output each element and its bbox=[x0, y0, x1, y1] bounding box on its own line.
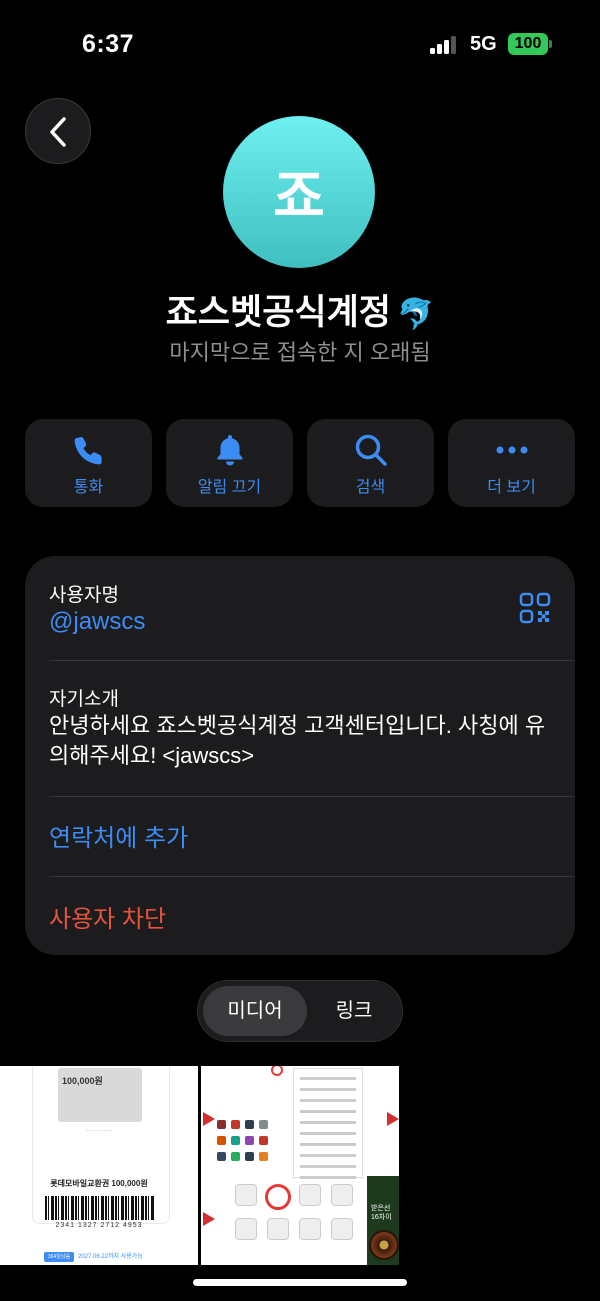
days-left-badge: 364일남음 bbox=[44, 1252, 74, 1262]
chevron-left-icon bbox=[50, 117, 66, 147]
status-bar: 6:37 5G 100 bbox=[0, 0, 600, 90]
username-label: 사용자명 bbox=[49, 585, 119, 606]
username-value[interactable]: @jawscs bbox=[49, 608, 145, 636]
divider bbox=[49, 876, 575, 877]
barcode-number: 2341 1327 2712 4953 bbox=[55, 1222, 143, 1229]
qr-code-icon[interactable] bbox=[519, 592, 551, 624]
block-user-button[interactable]: 사용자 차단 bbox=[49, 899, 166, 934]
media-links-segmented-control: 미디어 링크 bbox=[197, 980, 403, 1042]
add-contact-button[interactable]: 연락처에 추가 bbox=[49, 818, 188, 853]
voucher-amount: 100,000원 bbox=[62, 1076, 103, 1086]
bio-label: 자기소개 bbox=[49, 689, 119, 710]
voucher-fineprint: - - - - - - - - - bbox=[85, 1128, 113, 1134]
media-thumbnail-gift-voucher[interactable]: 100,000원 - - - - - - - - - 롯데모바일교환권 100,… bbox=[0, 1066, 198, 1265]
search-button[interactable]: 검색 bbox=[307, 419, 434, 507]
app-tile bbox=[299, 1218, 321, 1240]
more-label: 더 보기 bbox=[487, 479, 536, 496]
media-thumbnail-app-screenshot[interactable]: 받은선 16차이 bbox=[201, 1066, 399, 1265]
avatar[interactable]: 죠 bbox=[223, 116, 375, 268]
dropdown-panel bbox=[293, 1068, 363, 1179]
app-tile bbox=[235, 1218, 257, 1240]
promo-text: 받은선 16차이 bbox=[371, 1205, 392, 1221]
dolphin-emoji-icon: 🐬 bbox=[397, 298, 435, 331]
app-tile bbox=[235, 1184, 257, 1206]
profile-name-row: 죠스벳공식계정 🐬 bbox=[0, 284, 600, 335]
tab-media[interactable]: 미디어 bbox=[203, 986, 307, 1036]
last-seen-status: 마지막으로 접속한 지 오래됨 bbox=[169, 340, 431, 365]
highlight-circle bbox=[271, 1066, 283, 1076]
call-label: 통화 bbox=[73, 479, 104, 496]
voucher-title: 롯데모바일교환권 100,000원 bbox=[50, 1179, 148, 1188]
profile-info-card: 사용자명 @jawscs 자기소개 안녕하세요 죠스벳공식계정 고객센터입니다.… bbox=[25, 556, 575, 955]
mute-label: 알림 끄기 bbox=[197, 479, 262, 496]
mute-notifications-button[interactable]: 알림 끄기 bbox=[166, 419, 293, 507]
more-icon bbox=[496, 446, 527, 454]
arrow-right-icon bbox=[387, 1112, 399, 1126]
tab-links[interactable]: 링크 bbox=[310, 986, 398, 1036]
roulette-icon bbox=[369, 1230, 399, 1260]
battery-icon: 100 bbox=[508, 33, 548, 55]
app-tile bbox=[267, 1218, 289, 1240]
barcode-icon bbox=[45, 1196, 155, 1220]
back-button[interactable] bbox=[25, 98, 91, 164]
divider bbox=[49, 796, 575, 797]
phone-icon bbox=[74, 437, 102, 465]
call-button[interactable]: 통화 bbox=[25, 419, 152, 507]
home-indicator[interactable] bbox=[193, 1279, 407, 1286]
signal-strength-icon bbox=[430, 36, 460, 54]
app-tile bbox=[331, 1184, 353, 1206]
divider bbox=[49, 660, 575, 661]
bio-text: 안녕하세요 죠스벳공식계정 고객센터입니다. 사칭에 유의해주세요! <jaws… bbox=[49, 713, 546, 768]
search-icon bbox=[355, 434, 387, 466]
battery-tip bbox=[549, 40, 552, 48]
bell-icon bbox=[217, 435, 242, 466]
clock: 6:37 bbox=[82, 30, 135, 58]
search-label: 검색 bbox=[355, 479, 386, 496]
app-tile bbox=[299, 1184, 321, 1206]
highlight-circle bbox=[265, 1184, 291, 1210]
profile-name: 죠스벳공식계정 bbox=[165, 293, 392, 332]
more-button[interactable]: 더 보기 bbox=[448, 419, 575, 507]
network-type: 5G bbox=[470, 33, 497, 55]
app-icon-grid bbox=[205, 1096, 295, 1176]
app-tile bbox=[331, 1218, 353, 1240]
arrow-right-icon bbox=[203, 1112, 215, 1126]
voucher-expiry: 2027.06.22까지 사용가능 bbox=[78, 1254, 143, 1260]
arrow-right-icon bbox=[203, 1212, 215, 1226]
